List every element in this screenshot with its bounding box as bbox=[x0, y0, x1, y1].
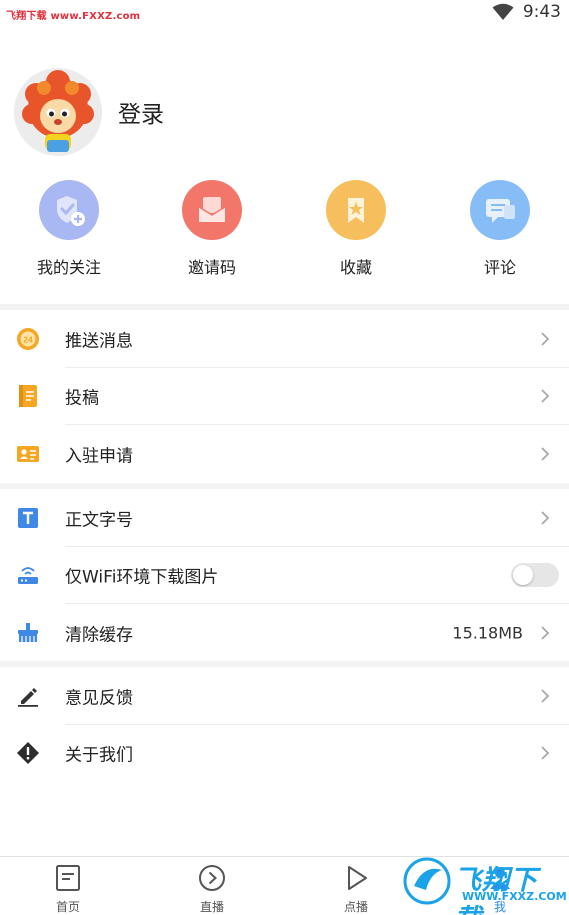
avatar[interactable] bbox=[14, 68, 102, 156]
nav-label: 直播 bbox=[199, 900, 224, 914]
home-doc-icon bbox=[56, 865, 80, 891]
chevron-right-icon bbox=[541, 511, 550, 525]
login-button[interactable]: 登录 bbox=[118, 95, 164, 129]
comments-label: 评论 bbox=[483, 258, 516, 277]
status-time: 9:43 bbox=[522, 2, 561, 22]
follow-badge-icon bbox=[39, 180, 99, 240]
watermark-url: WWW.FXXZ.COM bbox=[462, 890, 567, 903]
comments-button[interactable]: 评论 bbox=[440, 180, 560, 278]
wifi-icon bbox=[492, 3, 514, 20]
menu-item-contribute[interactable]: 投稿 bbox=[0, 368, 569, 425]
broom-icon bbox=[16, 621, 40, 645]
chevron-right-icon bbox=[541, 746, 550, 760]
menu-item-wifi-only-images: 仅WiFi环境下载图片 bbox=[0, 547, 569, 604]
invite-code-label: 邀请码 bbox=[187, 258, 236, 277]
cache-size-value: 15.18MB bbox=[452, 623, 523, 643]
lion-mascot-avatar-icon bbox=[14, 68, 102, 156]
my-follow-label: 我的关注 bbox=[36, 258, 101, 277]
watermark-bird-icon bbox=[403, 857, 451, 905]
toggle-knob bbox=[513, 565, 533, 586]
menu-item-about-us[interactable]: 关于我们 bbox=[0, 725, 569, 783]
my-follow-button[interactable]: 我的关注 bbox=[9, 180, 129, 278]
menu-item-clear-cache[interactable]: 清除缓存 15.18MB bbox=[0, 604, 569, 662]
menu-item-settle-in-apply[interactable]: 入驻申请 bbox=[0, 425, 569, 483]
menu-item-font-size[interactable]: 正文字号 bbox=[0, 489, 569, 547]
play-triangle-icon bbox=[348, 866, 367, 890]
nav-label: 点播 bbox=[343, 900, 368, 914]
live-play-circle-icon bbox=[199, 865, 225, 891]
invite-mail-icon bbox=[182, 180, 242, 240]
menu-item-label: 意见反馈 bbox=[65, 688, 133, 709]
status-icons: 9:43 bbox=[492, 2, 561, 22]
quick-actions: 我的关注 邀请码 收藏 评论 bbox=[0, 180, 569, 290]
menu-item-label: 关于我们 bbox=[65, 745, 133, 766]
menu-item-label: 仅WiFi环境下载图片 bbox=[65, 567, 219, 588]
chevron-right-icon bbox=[541, 447, 550, 461]
watermark-brand: 飞翔下载 bbox=[454, 865, 538, 915]
svg-text:24: 24 bbox=[23, 334, 33, 344]
push-24-icon: 24 bbox=[16, 327, 40, 351]
watermark-text: 飞翔下载 www.FXXZ.com bbox=[6, 11, 141, 22]
info-diamond-icon bbox=[16, 741, 40, 765]
document-icon bbox=[16, 384, 40, 408]
menu-item-label: 入驻申请 bbox=[65, 446, 133, 467]
nav-label: 首页 bbox=[55, 900, 80, 914]
chevron-right-icon bbox=[541, 626, 550, 640]
menu-group-settings: 正文字号 仅WiFi环境下载图片 清除缓存 15.18MB bbox=[0, 489, 569, 662]
chevron-right-icon bbox=[541, 332, 550, 346]
menu-item-feedback[interactable]: 意见反馈 bbox=[0, 667, 569, 725]
nav-tab-vod[interactable]: 点播 bbox=[311, 863, 401, 915]
chevron-right-icon bbox=[541, 689, 550, 703]
nav-tab-home[interactable]: 首页 bbox=[23, 863, 113, 915]
router-icon bbox=[16, 563, 40, 587]
text-size-icon bbox=[16, 506, 40, 530]
watermark-logo: 飞翔下载 WWW.FXXZ.COM bbox=[402, 856, 567, 915]
id-card-icon bbox=[16, 442, 40, 466]
status-bar: 飞翔下载 www.FXXZ.com 9:43 bbox=[0, 0, 569, 28]
nav-tab-live[interactable]: 直播 bbox=[167, 863, 257, 915]
menu-group-account: 24 推送消息 投稿 入驻申请 bbox=[0, 310, 569, 483]
favorites-label: 收藏 bbox=[339, 258, 372, 277]
pencil-icon bbox=[16, 684, 40, 708]
menu-group-about: 意见反馈 关于我们 bbox=[0, 667, 569, 782]
menu-item-label: 正文字号 bbox=[65, 510, 133, 531]
wifi-only-toggle[interactable] bbox=[511, 563, 559, 588]
menu-item-label: 投稿 bbox=[65, 388, 99, 409]
chevron-right-icon bbox=[541, 389, 550, 403]
menu-item-label: 清除缓存 bbox=[65, 625, 133, 646]
comment-icon bbox=[470, 180, 530, 240]
menu-item-label: 推送消息 bbox=[65, 331, 133, 352]
menu-item-push-messages[interactable]: 24 推送消息 bbox=[0, 310, 569, 368]
favorites-button[interactable]: 收藏 bbox=[296, 180, 416, 278]
invite-code-button[interactable]: 邀请码 bbox=[152, 180, 272, 278]
bookmark-icon bbox=[326, 180, 386, 240]
